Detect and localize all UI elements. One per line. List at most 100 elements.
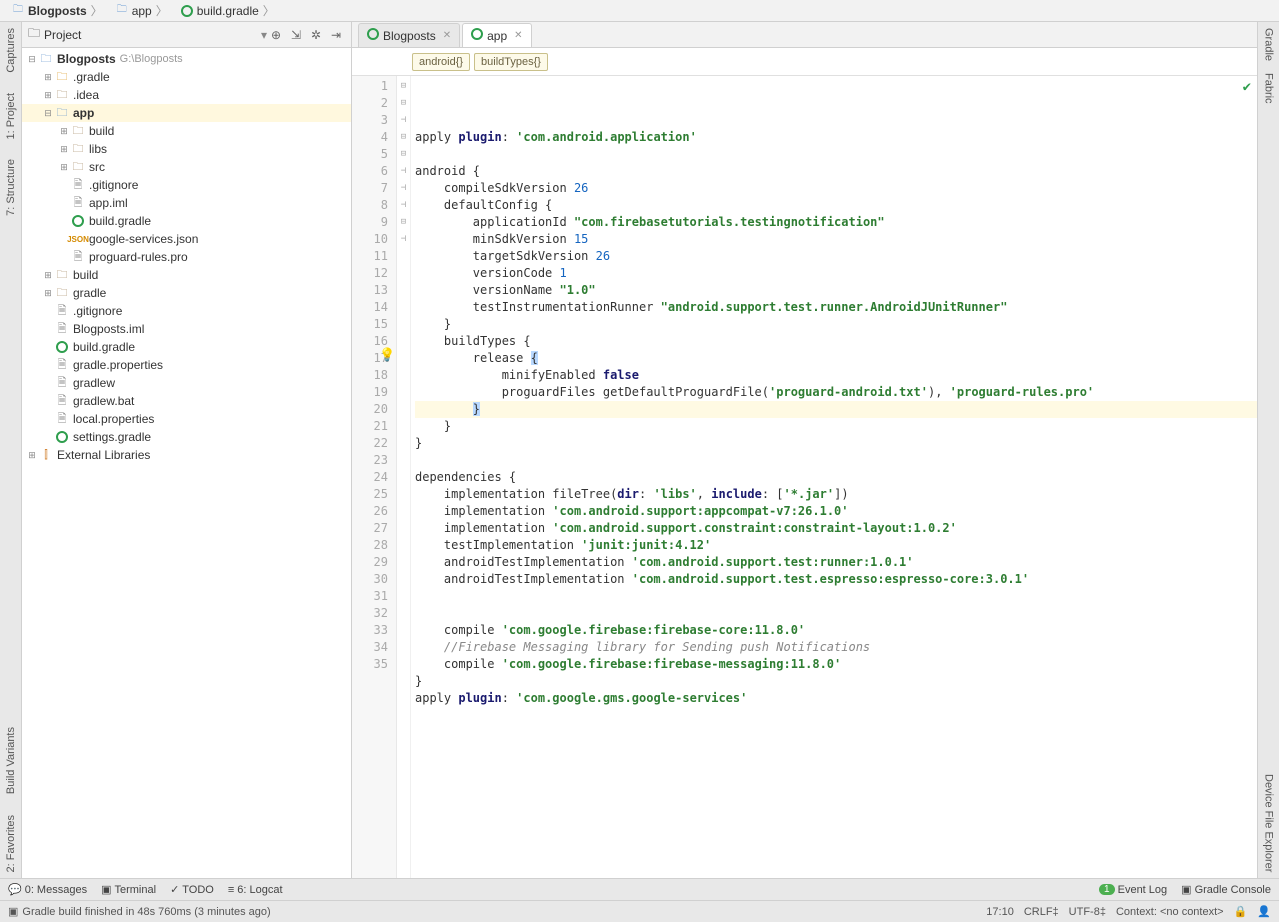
code-line[interactable]: } (415, 435, 1257, 452)
fold-marker[interactable]: ⊟ (397, 95, 410, 112)
code-line[interactable] (415, 605, 1257, 622)
code-line[interactable]: apply plugin: 'com.google.gms.google-ser… (415, 690, 1257, 707)
fold-marker[interactable]: ⊟ (397, 214, 410, 231)
toolwindow-event-log[interactable]: 1Event Log (1099, 883, 1167, 896)
toolwindow-captures[interactable]: Captures (3, 22, 19, 79)
code-line[interactable]: targetSdkVersion 26 (415, 248, 1257, 265)
code-line[interactable]: dependencies { (415, 469, 1257, 486)
code-line[interactable]: apply plugin: 'com.android.application' (415, 129, 1257, 146)
tree-row[interactable]: ⊞🗀libs (22, 140, 351, 158)
code-line[interactable]: proguardFiles getDefaultProguardFile('pr… (415, 384, 1257, 401)
editor-tab[interactable]: Blogposts✕ (358, 23, 460, 47)
code-line[interactable]: androidTestImplementation 'com.android.s… (415, 571, 1257, 588)
code-line[interactable]: android { (415, 163, 1257, 180)
tree-toggle-icon[interactable]: ⊞ (58, 162, 70, 173)
tree-toggle-icon[interactable]: ⊞ (26, 450, 38, 461)
tree-row[interactable]: 🗎gradle.properties (22, 356, 351, 374)
cursor-position[interactable]: 17:10 (986, 906, 1014, 918)
settings-icon[interactable]: ✲ (307, 26, 325, 44)
code-line[interactable]: compile 'com.google.firebase:firebase-me… (415, 656, 1257, 673)
tree-row[interactable]: 🗎Blogposts.iml (22, 320, 351, 338)
fold-marker[interactable]: ⊟ (397, 129, 410, 146)
toolwindow-favorites[interactable]: 2: Favorites (3, 809, 19, 878)
context-info[interactable]: Context: <no context> (1116, 906, 1224, 918)
lock-icon[interactable]: 🔒 (1234, 905, 1248, 918)
tree-row[interactable]: 🗎app.iml (22, 194, 351, 212)
fold-marker[interactable]: ⊣ (397, 180, 410, 197)
tree-row[interactable]: settings.gradle (22, 428, 351, 446)
tree-row[interactable]: 🗎.gitignore (22, 302, 351, 320)
tree-toggle-icon[interactable]: ⊞ (42, 72, 54, 83)
code-line[interactable] (415, 707, 1257, 724)
collapse-icon[interactable]: ⇲ (287, 26, 305, 44)
fold-marker[interactable]: ⊟ (397, 146, 410, 163)
tree-toggle-icon[interactable]: ⊟ (42, 108, 54, 119)
fold-marker[interactable]: ⊣ (397, 231, 410, 248)
tree-row[interactable]: ⊞🗀build (22, 266, 351, 284)
fold-gutter[interactable]: ⊟⊟⊣⊟⊟⊣⊣⊣⊟⊣ (397, 76, 411, 878)
breadcrumb-item[interactable]: 🗀Blogposts (5, 0, 109, 21)
code-line[interactable]: compile 'com.google.firebase:firebase-co… (415, 622, 1257, 639)
tree-toggle-icon[interactable]: ⊞ (42, 270, 54, 281)
code-line[interactable]: implementation 'com.android.support.cons… (415, 520, 1257, 537)
fold-marker[interactable]: ⊣ (397, 112, 410, 129)
editor-tab[interactable]: app✕ (462, 23, 531, 47)
code-line[interactable]: buildTypes { (415, 333, 1257, 350)
toolwindow-todo[interactable]: ✓TODO (170, 883, 214, 896)
code-line[interactable]: testInstrumentationRunner "android.suppo… (415, 299, 1257, 316)
toolwindow-device-file-explorer[interactable]: Device File Explorer (1261, 768, 1277, 878)
hide-icon[interactable]: ⇥ (327, 26, 345, 44)
breadcrumb-item[interactable]: build.gradle (174, 0, 281, 21)
tree-row[interactable]: ⊞🗀src (22, 158, 351, 176)
tree-toggle-icon[interactable]: ⊟ (26, 54, 38, 65)
code-line[interactable]: versionCode 1 (415, 265, 1257, 282)
code-line[interactable]: compileSdkVersion 26 (415, 180, 1257, 197)
editor-body[interactable]: 1234567891011121314151617181920212223242… (352, 76, 1257, 878)
intention-bulb-icon[interactable]: 💡 (379, 347, 395, 364)
code-line[interactable]: implementation 'com.android.support:appc… (415, 503, 1257, 520)
structure-crumb[interactable]: android{} (412, 53, 470, 71)
tree-row[interactable]: 🗎gradlew.bat (22, 392, 351, 410)
fold-marker[interactable]: ⊟ (397, 78, 410, 95)
code-line[interactable] (415, 146, 1257, 163)
tree-row[interactable]: ⊞🗀.idea (22, 86, 351, 104)
tree-toggle-icon[interactable]: ⊞ (42, 90, 54, 101)
code-line[interactable]: //Firebase Messaging library for Sending… (415, 639, 1257, 656)
toolwindow-gradle-console[interactable]: ▣Gradle Console (1181, 883, 1271, 896)
code-line[interactable]: testImplementation 'junit:junit:4.12' (415, 537, 1257, 554)
code-line[interactable]: } (415, 401, 1257, 418)
code-editor[interactable]: ✔ apply plugin: 'com.android.application… (411, 76, 1257, 878)
tree-row[interactable]: build.gradle (22, 338, 351, 356)
line-separator[interactable]: CRLF‡ (1024, 906, 1059, 918)
tree-row[interactable]: ⊞⫿External Libraries (22, 446, 351, 464)
tree-row[interactable]: ⊞🗀gradle (22, 284, 351, 302)
toolwindow-structure[interactable]: 7: Structure (3, 153, 19, 222)
code-line[interactable]: androidTestImplementation 'com.android.s… (415, 554, 1257, 571)
code-line[interactable]: minSdkVersion 15 (415, 231, 1257, 248)
toolwindow-fabric[interactable]: Fabric (1261, 67, 1277, 110)
toolwindow-messages[interactable]: 💬0: Messages (8, 883, 87, 896)
structure-crumb[interactable]: buildTypes{} (474, 53, 548, 71)
fold-marker[interactable]: ⊣ (397, 163, 410, 180)
toolwindow-gradle[interactable]: Gradle (1261, 22, 1277, 67)
toolwindow-project[interactable]: 1: Project (3, 87, 19, 145)
tree-row[interactable]: 🗎gradlew (22, 374, 351, 392)
tree-row[interactable]: 🗎proguard-rules.pro (22, 248, 351, 266)
code-line[interactable]: } (415, 673, 1257, 690)
code-line[interactable] (415, 588, 1257, 605)
project-view-selector[interactable]: Project (44, 28, 81, 42)
tree-toggle-icon[interactable]: ⊞ (58, 144, 70, 155)
breadcrumb-item[interactable]: 🗀app (109, 0, 174, 21)
tree-row[interactable]: ⊞🗀build (22, 122, 351, 140)
locate-icon[interactable]: ⊕ (267, 26, 285, 44)
code-line[interactable]: applicationId "com.firebasetutorials.tes… (415, 214, 1257, 231)
close-icon[interactable]: ✕ (514, 30, 522, 41)
code-line[interactable]: minifyEnabled false (415, 367, 1257, 384)
inspector-icon[interactable]: 👤 (1257, 905, 1271, 918)
tree-toggle-icon[interactable]: ⊞ (58, 126, 70, 137)
toolwindow-build-variants[interactable]: Build Variants (3, 721, 19, 800)
code-line[interactable]: } (415, 418, 1257, 435)
tree-row[interactable]: 🗎local.properties (22, 410, 351, 428)
project-tree[interactable]: ⊟🗀BlogpostsG:\Blogposts⊞🗀.gradle⊞🗀.idea⊟… (22, 48, 351, 878)
close-icon[interactable]: ✕ (443, 30, 451, 41)
